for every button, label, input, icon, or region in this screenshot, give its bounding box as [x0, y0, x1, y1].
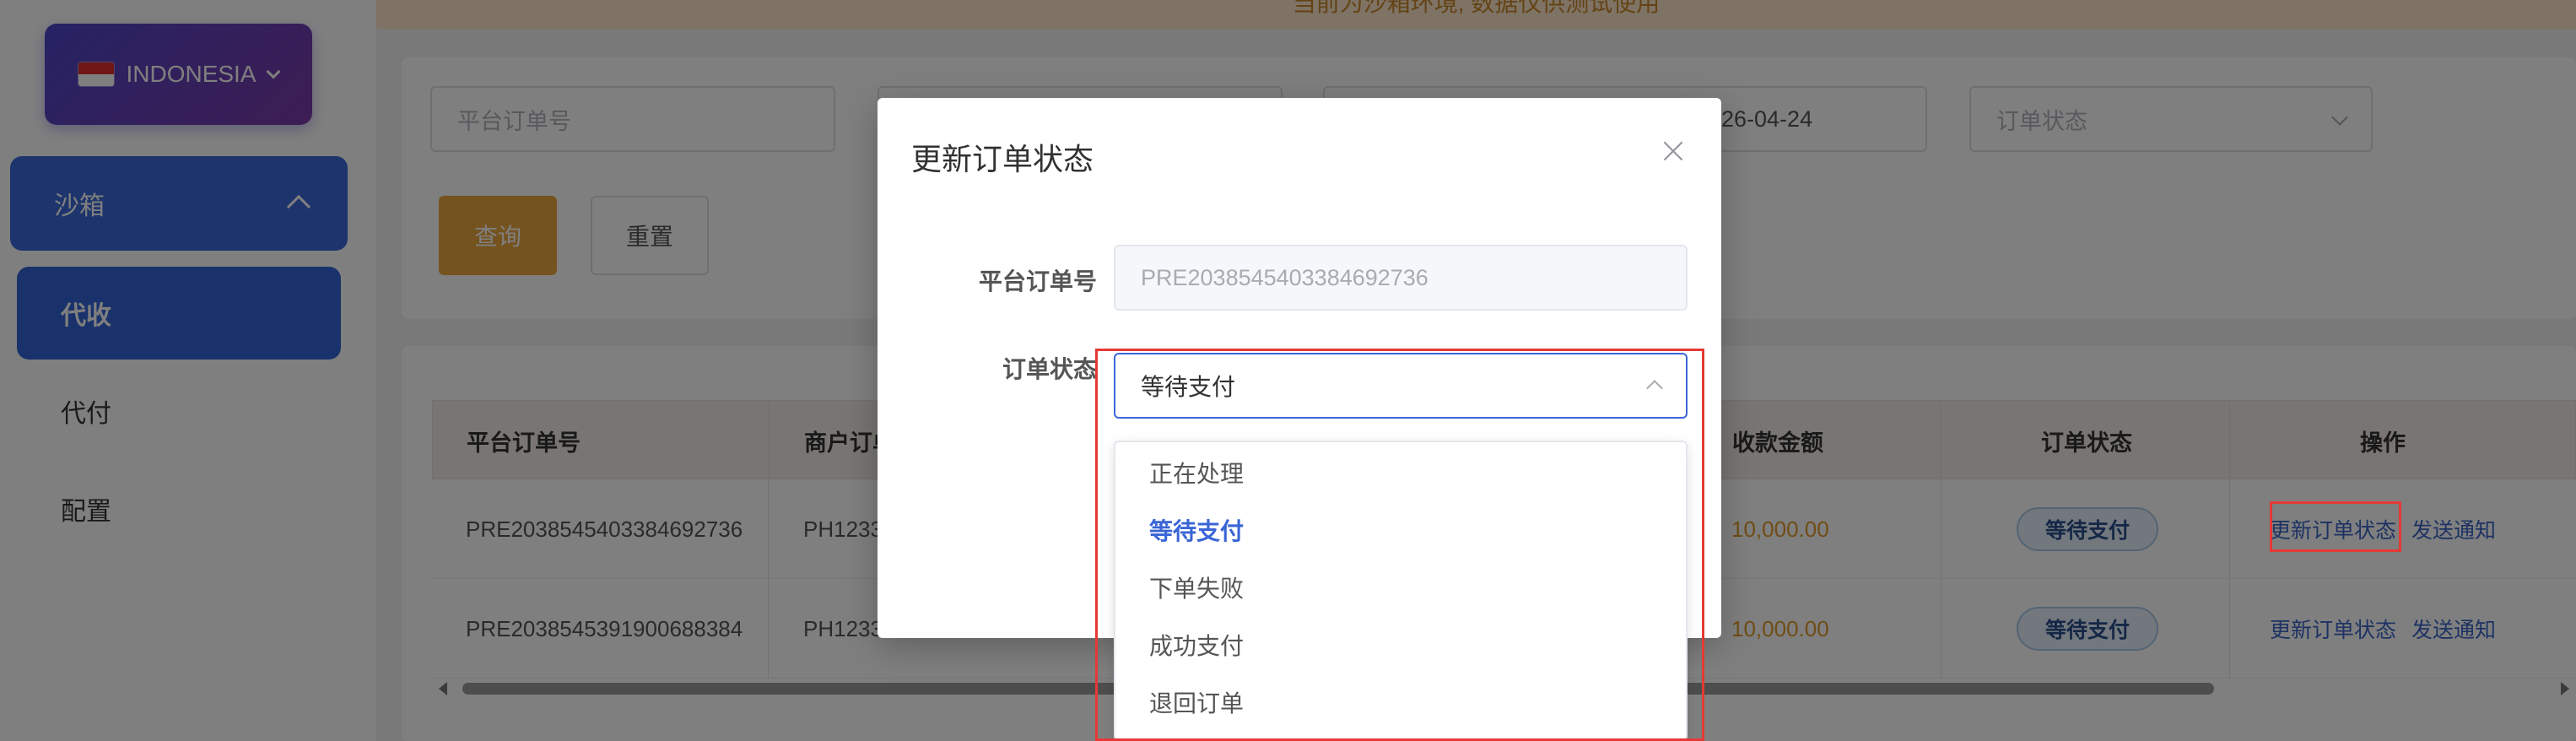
order-status-label: 订单状态 — [1002, 356, 1097, 382]
platform-order-readonly-field: PRE2038545403384692736 — [1114, 245, 1688, 311]
highlight-box-status-dropdown — [1095, 349, 1704, 741]
dialog-title: 更新订单状态 — [911, 142, 1094, 176]
highlight-box-update-link — [2270, 501, 2401, 552]
close-icon[interactable] — [1659, 137, 1688, 165]
platform-order-label: 平台订单号 — [978, 268, 1097, 295]
platform-order-value: PRE2038545403384692736 — [1141, 264, 1428, 290]
